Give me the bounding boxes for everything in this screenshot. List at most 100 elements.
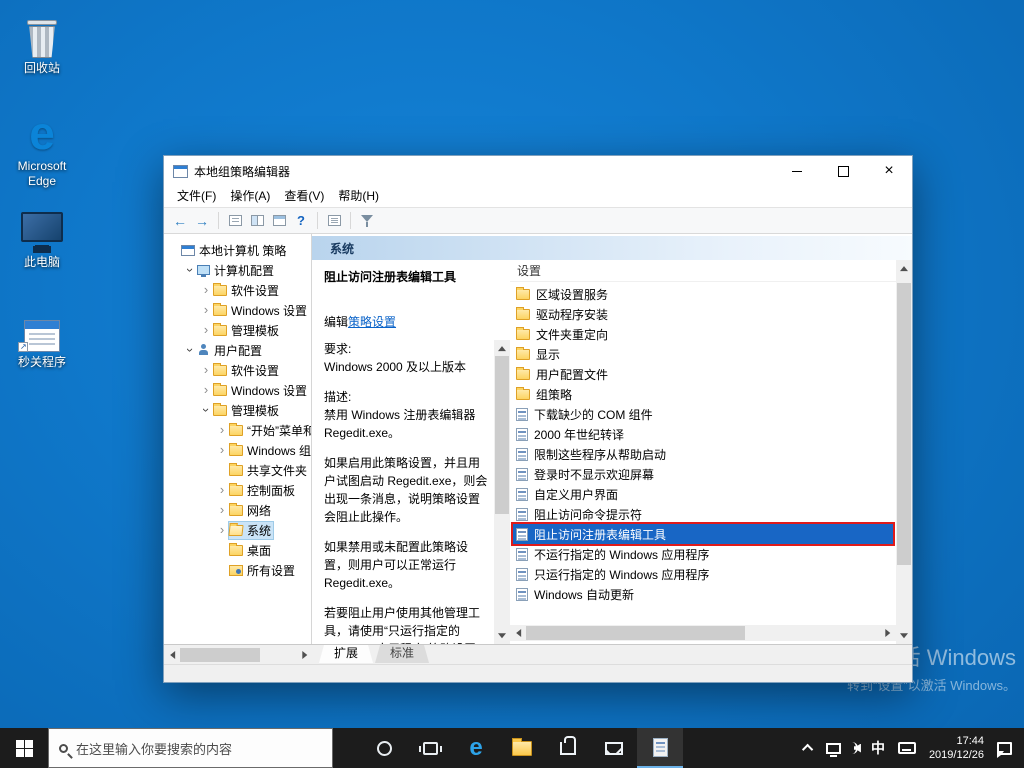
chevron-collapsed-icon[interactable] [200,384,212,396]
settings-item[interactable]: 自定义用户界面 [513,484,893,504]
tree-item[interactable]: 桌面 [164,540,311,560]
settings-item[interactable]: 下载缺少的 COM 组件 [513,404,893,424]
scroll-right-icon[interactable] [297,647,313,663]
scroll-up-icon[interactable] [896,260,912,276]
settings-item[interactable]: 组策略 [513,384,893,404]
tree-item[interactable]: Windows 设置 [164,300,311,320]
titlebar[interactable]: 本地组策略编辑器 [164,156,912,186]
chevron-collapsed-icon[interactable] [216,504,228,516]
ime-indicator[interactable]: 中 [871,738,885,758]
settings-column-header[interactable]: 设置 [510,260,896,282]
settings-item[interactable]: 用户配置文件 [513,364,893,384]
policy-icon [516,527,528,541]
tree-item[interactable]: Windows 设置 [164,380,311,400]
edit-policy-setting-link[interactable]: 策略设置 [348,315,396,329]
taskbar-store-button[interactable] [545,728,591,768]
settings-vertical-scrollbar[interactable] [896,260,912,644]
tree-item[interactable]: 控制面板 [164,480,311,500]
show-console-tree-icon[interactable] [247,211,267,231]
settings-horizontal-scrollbar[interactable] [510,625,896,641]
settings-item[interactable]: Windows 自动更新 [513,584,893,604]
desktop-icon-program[interactable]: 秒关程序 [6,302,78,370]
menu-view[interactable]: 查看(V) [277,186,331,207]
desktop-icon-label: 秒关程序 [17,355,66,369]
tree-item[interactable]: 软件设置 [164,360,311,380]
tree-item[interactable]: 管理模板 [164,320,311,340]
settings-item[interactable]: 只运行指定的 Windows 应用程序 [513,564,893,584]
tab-standard[interactable]: 标准 [375,645,429,663]
display-options-icon[interactable] [324,211,344,231]
maximize-button[interactable] [820,156,866,186]
description-scrollbar[interactable] [494,340,510,644]
settings-item[interactable]: 阻止访问命令提示符 [513,504,893,524]
tree-item-root[interactable]: 本地计算机 策略 [164,240,311,260]
menu-help[interactable]: 帮助(H) [331,186,386,207]
settings-item[interactable]: 文件夹重定向 [513,324,893,344]
scroll-left-icon[interactable] [510,625,526,641]
settings-item[interactable]: 限制这些程序从帮助启动 [513,444,893,464]
taskbar-clock[interactable]: 17:44 2019/12/26 [929,734,984,762]
settings-item[interactable]: 登录时不显示欢迎屏幕 [513,464,893,484]
scroll-right-icon[interactable] [880,625,896,641]
tree-item[interactable]: 软件设置 [164,280,311,300]
menu-file[interactable]: 文件(F) [170,186,223,207]
tree-item[interactable]: 所有设置 [164,560,311,580]
tree-item[interactable]: 共享文件夹 [164,460,311,480]
touch-keyboard-icon[interactable] [897,742,916,754]
chevron-collapsed-icon[interactable] [216,484,228,496]
scroll-down-icon[interactable] [494,628,510,644]
app-window-icon [24,320,60,352]
tree-item[interactable]: 网络 [164,500,311,520]
chevron-collapsed-icon[interactable] [216,444,228,456]
taskbar-gpedit-button[interactable] [637,728,683,768]
help-icon[interactable] [291,211,311,231]
network-icon[interactable] [825,742,841,757]
tree-item[interactable]: 管理模板 [164,400,311,420]
task-view-button[interactable] [407,728,453,768]
desktop-icon-this-pc[interactable]: 此电脑 [6,202,78,270]
cortana-button[interactable] [361,728,407,768]
this-pc-icon [21,212,63,248]
settings-item[interactable]: 2000 年世纪转译 [513,424,893,444]
settings-item[interactable]: 显示 [513,344,893,364]
chevron-collapsed-icon[interactable] [200,324,212,336]
filter-icon[interactable] [357,211,377,231]
close-button[interactable] [866,156,912,186]
settings-item[interactable]: 不运行指定的 Windows 应用程序 [513,544,893,564]
taskbar-search-input[interactable]: 在这里输入你要搜索的内容 [48,728,333,768]
chevron-collapsed-icon[interactable] [200,364,212,376]
chevron-collapsed-icon[interactable] [216,524,228,536]
minimize-button[interactable] [774,156,820,186]
tree-item-computer-config[interactable]: 计算机配置 [164,260,311,280]
settings-item-prevent-regedit[interactable]: 阻止访问注册表编辑工具 [511,522,895,546]
forward-icon[interactable] [192,211,212,231]
action-center-icon[interactable] [997,741,1012,758]
chevron-collapsed-icon[interactable] [200,284,212,296]
export-list-icon[interactable] [225,211,245,231]
back-icon[interactable] [170,211,190,231]
chevron-expanded-icon[interactable] [200,404,212,416]
taskbar-mail-button[interactable] [591,728,637,768]
settings-item[interactable]: 区域设置服务 [513,284,893,304]
menu-action[interactable]: 操作(A) [223,186,277,207]
tree-item-user-config[interactable]: 用户配置 [164,340,311,360]
properties-icon[interactable] [269,211,289,231]
desktop-icon-edge[interactable]: Microsoft Edge [6,106,78,189]
tree-item[interactable]: “开始”菜单和... [164,420,311,440]
chevron-collapsed-icon[interactable] [216,424,228,436]
tab-extended[interactable]: 扩展 [319,645,373,663]
taskbar-edge-button[interactable] [453,728,499,768]
chevron-expanded-icon[interactable] [184,344,196,356]
scroll-down-icon[interactable] [896,628,912,644]
scroll-left-icon[interactable] [164,647,180,663]
chevron-expanded-icon[interactable] [184,264,196,276]
taskbar-file-explorer-button[interactable] [499,728,545,768]
scroll-up-icon[interactable] [494,340,510,356]
settings-item[interactable]: 驱动程序安装 [513,304,893,324]
desktop-icon-recycle-bin[interactable]: 回收站 [6,8,78,76]
tree-horizontal-scrollbar[interactable] [164,647,313,663]
chevron-collapsed-icon[interactable] [200,304,212,316]
start-button[interactable] [0,728,48,768]
tree-item[interactable]: Windows 组... [164,440,311,460]
tree-item-system[interactable]: 系统 [164,520,311,540]
